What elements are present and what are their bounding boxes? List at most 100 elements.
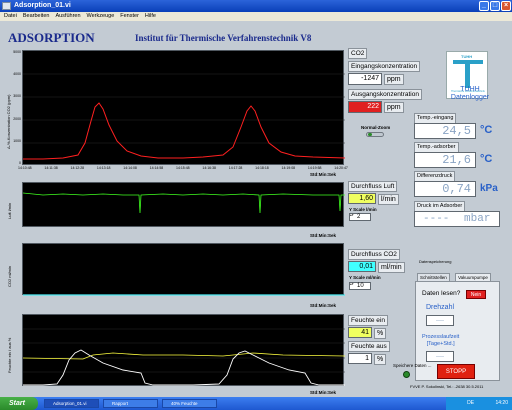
menu-fenster[interactable]: Fenster [120, 12, 139, 21]
close-button[interactable]: × [501, 1, 511, 11]
taskbar-item-adsorption[interactable]: Adsorption_01.vi [44, 399, 99, 408]
daten-lesen-toggle[interactable]: Nein [466, 290, 486, 299]
ytick: 4000 [13, 72, 21, 77]
yscale-mlmin-label: Y Scale ml/min [349, 275, 381, 280]
credit-text: FVVE P. Sokolinski, Tel.: -2638 30.5.201… [410, 384, 484, 389]
zoom-led [368, 133, 372, 136]
prozesslaufzeit-line2: [Tage+Std.] [426, 341, 455, 347]
start-label: Start [9, 400, 25, 407]
differenzdruck-unit: kPa [480, 183, 498, 194]
app-window: Adsorption_01.vi _ □ × Datei Bearbeiten … [0, 0, 512, 397]
durchfluss-co2-label: Durchfluss CO2 [348, 249, 400, 260]
stopp-button[interactable]: STOPP [437, 364, 475, 379]
co2-concentration-chart[interactable] [22, 50, 345, 165]
datenlogger-title: TUHH Datenlogger [440, 86, 500, 102]
normal-zoom-toggle[interactable] [366, 132, 384, 137]
datenlogger-line2: Datenlogger [450, 94, 490, 101]
ausgang-label: Ausgangskonzentration [348, 89, 422, 100]
humidity-chart[interactable] [22, 314, 345, 386]
xtick: 14:20:47 [334, 166, 348, 170]
humidity-chart-xaxis-label: Std:Min:Sek [310, 390, 337, 395]
xtick: 14:16:38 [202, 166, 216, 170]
druck-adsorber-display: ---- mbar [414, 211, 500, 227]
xtick: 14:11:38 [44, 166, 58, 170]
yscale-mlmin-input[interactable]: 10 [349, 282, 371, 290]
air-chart-plot [23, 192, 345, 214]
tray-language[interactable]: DE [467, 400, 474, 406]
tuhh-logo-text: TUHH [461, 54, 473, 59]
xtick: 14:13:18 [96, 166, 111, 170]
ausgang-value: 222 [348, 101, 382, 113]
institute-title: Institut für Thermische Verfahrenstechni… [135, 33, 312, 43]
menu-bearbeiten[interactable]: Bearbeiten [23, 12, 50, 21]
temp-adsorber-value: 21,6 [414, 152, 476, 168]
ytick: 0 [19, 160, 21, 165]
eingang-unit: ppm [384, 74, 404, 85]
co2-label: CO2 [348, 48, 368, 59]
ytick: 3000 [13, 94, 21, 99]
tray-clock: 14:20 [495, 400, 508, 406]
druck-adsorber-value: ---- [423, 213, 450, 225]
durchfluss-luft-label: Durchfluss Luft [348, 181, 398, 192]
xtick: 14:14:08 [123, 166, 137, 170]
humidity-chart-ylabel: Feuchte ein / aus % [7, 337, 12, 373]
ytick: 1000 [13, 138, 21, 143]
drehzahl-value: ---- [426, 315, 454, 326]
air-flow-chart[interactable] [22, 182, 345, 227]
temp-adsorber-unit: °C [480, 153, 493, 165]
air-chart-ylabel: Luft l/min [7, 202, 12, 219]
feuchte-aus-label: Feuchte aus [348, 341, 390, 352]
temp-eingang-unit: °C [480, 124, 493, 136]
app-title: ADSORPTION [8, 30, 95, 45]
normal-zoom-label: Normal-Zoom [361, 125, 391, 130]
maximize-button[interactable]: □ [490, 1, 500, 11]
menu-ausfuehren[interactable]: Ausführen [55, 12, 80, 21]
menu-bar: Datei Bearbeiten Ausführen Werkzeuge Fen… [0, 12, 512, 21]
prozesslaufzeit-line1: Prozesslaufzeit [422, 334, 460, 340]
taskbar: Start Adsorption_01.vi Rapport 40% Feuch… [0, 397, 512, 410]
drehzahl-label: Drehzahl [426, 304, 455, 311]
durchfluss-co2-value: 0,01 [348, 261, 376, 272]
xtick: 14:18:18 [255, 166, 269, 170]
durchfluss-luft-value: 1,60 [348, 193, 376, 204]
feuchte-ein-label: Feuchte ein [348, 315, 388, 326]
system-tray: DE 14:20 [446, 397, 512, 410]
durchfluss-luft-unit: l/min [378, 194, 399, 205]
minimize-button[interactable]: _ [479, 1, 489, 11]
co2-flow-chart-plot [23, 294, 345, 296]
taskbar-item-rapport[interactable]: Rapport [103, 399, 158, 408]
xtick: 14:14:58 [149, 166, 164, 170]
eingang-label: Eingangskonzentration [348, 61, 421, 72]
front-panel: ADSORPTION Institut für Thermische Verfa… [0, 21, 512, 397]
prozesslaufzeit-value: ---- [426, 351, 454, 362]
yscale-lmin-input[interactable]: 2 [349, 213, 371, 221]
window-title: Adsorption_01.vi [14, 2, 71, 9]
feuchte-ein-unit: % [374, 328, 387, 339]
menu-datei[interactable]: Datei [4, 12, 17, 21]
differenzdruck-value: 0,74 [414, 181, 476, 197]
durchfluss-co2-unit: ml/min [378, 262, 405, 273]
datenlogger-line1: TUHH [460, 86, 480, 93]
co2-chart-plot [23, 73, 345, 160]
tab-group-label: Datenspeicherung [419, 259, 452, 264]
ytick: 2000 [13, 116, 21, 121]
co2-chart-yticks: 5000 4000 3000 2000 1000 0 [9, 50, 21, 165]
menu-werkzeuge[interactable]: Werkzeuge [87, 12, 115, 21]
temp-eingang-value: 24,5 [414, 123, 476, 139]
co2-chart-xaxis-label: Std:Min:Sek [310, 172, 337, 177]
feuchte-aus-value: 1 [348, 353, 372, 364]
xtick: 14:12:28 [70, 166, 85, 170]
prozesslaufzeit-label: Prozesslaufzeit [Tage+Std.] [422, 334, 459, 348]
co2-flow-chart[interactable] [22, 243, 345, 296]
co2-flow-chart-ylabel: CO2 ml/min [7, 265, 12, 287]
menu-hilfe[interactable]: Hilfe [145, 12, 156, 21]
xtick: 14:19:08 [281, 166, 296, 170]
start-button[interactable]: Start [0, 397, 38, 410]
ausgang-unit: ppm [384, 102, 404, 113]
speichere-led [403, 371, 410, 378]
taskbar-item-feuchte[interactable]: 40% Feuchte [162, 399, 217, 408]
yscale-lmin-label: Y Scale l/min [349, 207, 377, 212]
xtick: 14:10:48 [18, 166, 32, 170]
title-bar: Adsorption_01.vi _ □ × [0, 0, 512, 12]
co2-flow-chart-xaxis-label: Std:Min:Sek [310, 303, 337, 308]
